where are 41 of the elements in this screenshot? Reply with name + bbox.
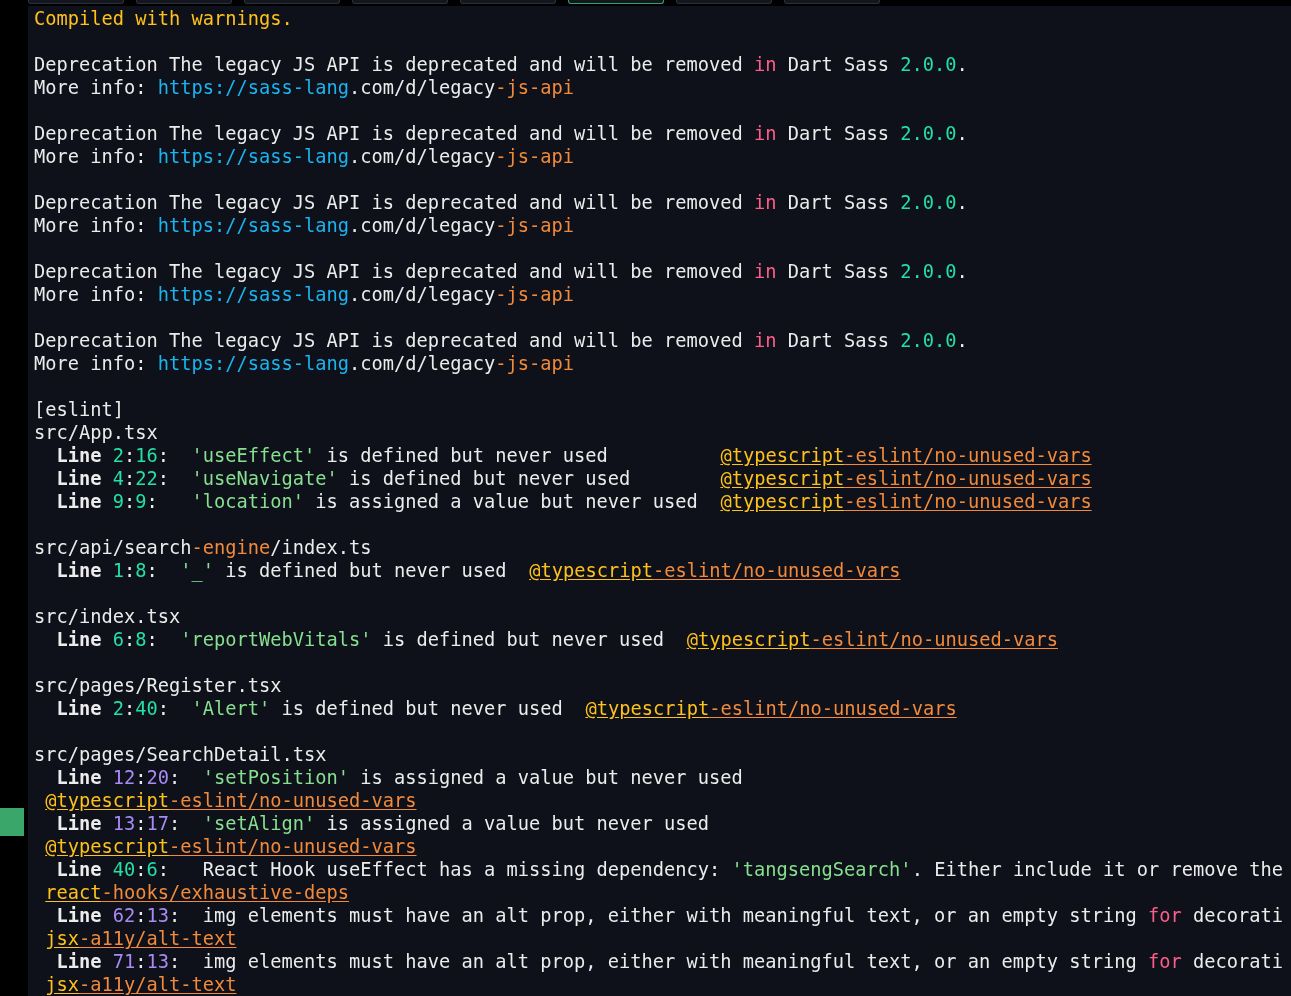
lint-message: Line 12:20: 'setPosition' is assigned a value but never used [56,767,743,788]
rule-link[interactable]: @typescript-eslint/no-unused-vars [686,629,1058,650]
lint-message: Line 9:9: 'location' is assigned a value but never used @typescript-eslint/no-unused-vars [56,491,1092,512]
log-line: More info: https://sass-lang.com/d/legacy-js-api [34,77,575,98]
lint-message: Line 71:13: img elements must have an alt prop, either with meaningful text, or an empty string for decorati [56,951,1283,972]
rule-link[interactable]: jsx-a11y/alt-text [45,974,237,995]
rule-link[interactable]: jsx-a11y/alt-text [45,928,237,949]
log-line: Deprecation The legacy JS API is deprecated and will be removed in Dart Sass 2.0.0. [34,192,968,213]
rule-link[interactable]: react-hooks/exhaustive-deps [45,882,350,903]
lint-message: Line 4:22: 'useNavigate' is defined but never used @typescript-eslint/no-unused-vars [56,468,1092,489]
log-line: [eslint] [34,399,124,420]
lint-message: Line 2:40: 'Alert' is defined but never used @typescript-eslint/no-unused-vars [56,698,957,719]
lint-message: Line 6:8: 'reportWebVitals' is defined but never used @typescript-eslint/no-unused-vars [56,629,1058,650]
file-path: src/pages/Register.tsx [34,675,282,696]
gutter-marker [0,808,24,836]
file-path: src/index.tsx [34,606,181,627]
log-line: Deprecation The legacy JS API is deprecated and will be removed in Dart Sass 2.0.0. [34,123,968,144]
rule-link[interactable]: @typescript-eslint/no-unused-vars [720,468,1092,489]
lint-message: Line 1:8: '_' is defined but never used @typescript-eslint/no-unused-vars [56,560,901,581]
log-line: Deprecation The legacy JS API is deprecated and will be removed in Dart Sass 2.0.0. [34,261,968,282]
file-path: src/api/search-engine/index.ts [34,537,372,558]
rule-link[interactable]: @typescript-eslint/no-unused-vars [720,491,1092,512]
log-line: More info: https://sass-lang.com/d/legacy-js-api [34,284,575,305]
lint-message: Line 13:17: 'setAlign' is assigned a value but never used [56,813,710,834]
log-line: Deprecation The legacy JS API is deprecated and will be removed in Dart Sass 2.0.0. [34,54,968,75]
rule-link[interactable]: @typescript-eslint/no-unused-vars [45,836,417,857]
status-message: Compiled with warnings. [34,8,293,29]
rule-link[interactable]: @typescript-eslint/no-unused-vars [720,445,1092,466]
rule-link[interactable]: @typescript-eslint/no-unused-vars [529,560,901,581]
rule-link[interactable]: @typescript-eslint/no-unused-vars [45,790,417,811]
log-line: Deprecation The legacy JS API is deprecated and will be removed in Dart Sass 2.0.0. [34,330,968,351]
log-line: More info: https://sass-lang.com/d/legacy-js-api [34,215,575,236]
file-path: src/pages/SearchDetail.tsx [34,744,327,765]
tab[interactable] [568,0,664,4]
lint-message: Line 62:13: img elements must have an alt prop, either with meaningful text, or an empty string for decorati [56,905,1283,926]
lint-message: Line 2:16: 'useEffect' is defined but never used @typescript-eslint/no-unused-vars [56,445,1092,466]
lint-message: Line 40:6: React Hook useEffect has a missing dependency: 'tangsengSearch'. Either include it or remove the [56,859,1283,880]
rule-link[interactable]: @typescript-eslint/no-unused-vars [585,698,957,719]
log-line: More info: https://sass-lang.com/d/legacy-js-api [34,146,575,167]
file-path: src/App.tsx [34,422,158,443]
log-line: More info: https://sass-lang.com/d/legacy-js-api [34,353,575,374]
